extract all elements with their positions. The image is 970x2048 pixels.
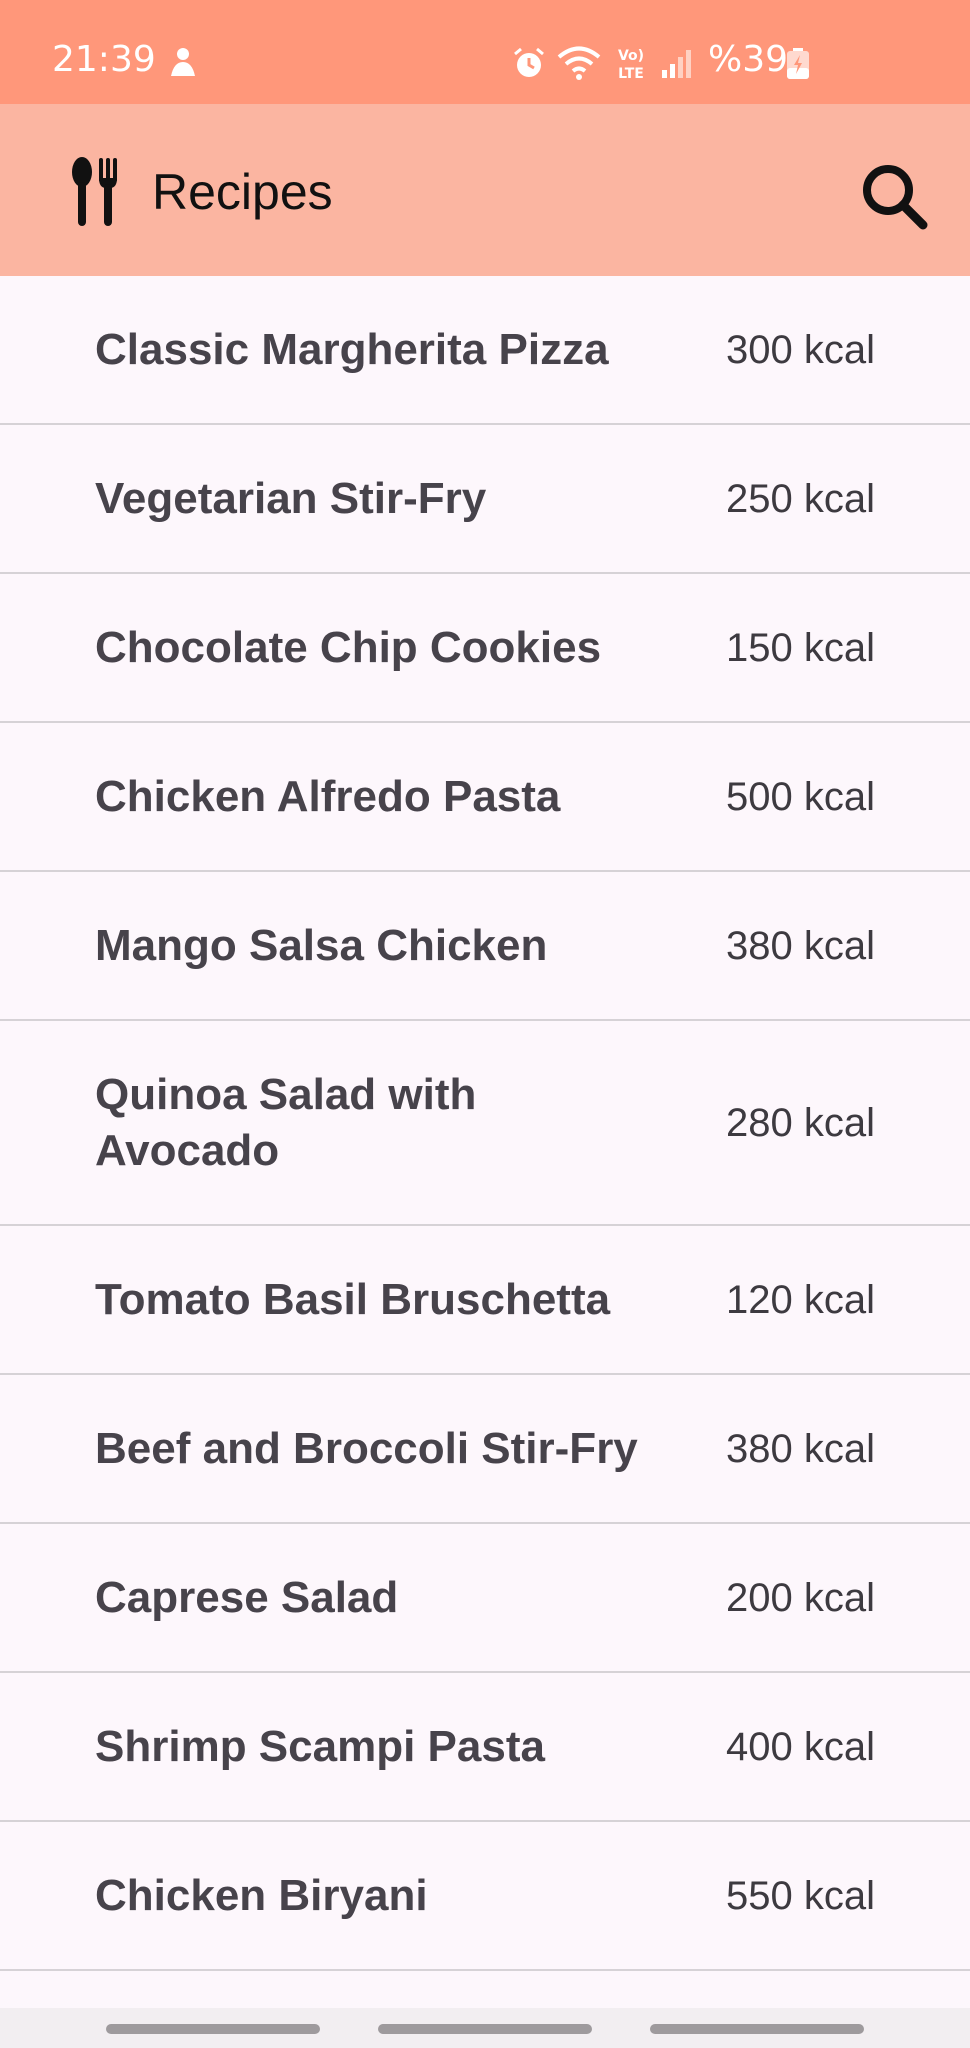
signal-icon [662,50,691,78]
recipe-calories: 500 kcal [726,774,875,819]
volte-lte-icon: Vo) LTE [618,48,644,82]
list-item[interactable]: Mango Salsa Chicken 380 kcal [0,872,970,1021]
app-bar: Recipes [0,104,970,276]
recipe-calories: 380 kcal [726,923,875,968]
list-item[interactable]: Quinoa Salad with Avocado 280 kcal [0,1021,970,1226]
list-item[interactable]: Shrimp Scampi Pasta 400 kcal [0,1673,970,1822]
recipe-name: Chicken Alfredo Pasta [95,771,561,821]
nav-home-button[interactable] [378,2024,592,2034]
recipe-name: Beef and Broccoli Stir-Fry [95,1423,638,1473]
list-item[interactable]: Vegetarian Stir-Fry 250 kcal [0,425,970,574]
list-item[interactable]: Tomato Basil Bruschetta 120 kcal [0,1226,970,1375]
search-icon [863,165,928,230]
recipe-calories: 250 kcal [726,476,875,521]
recipe-calories: 380 kcal [726,1426,875,1471]
recipe-name: Mango Salsa Chicken [95,920,548,970]
recipe-name: Quinoa Salad with Avocado [95,1069,477,1175]
recipe-calories: 550 kcal [726,1873,875,1918]
page-title: Recipes [152,164,333,220]
list-item[interactable]: Caprese Salad 200 kcal [0,1524,970,1673]
alarm-icon [514,47,544,77]
list-item[interactable]: Classic Margherita Pizza 300 kcal [0,276,970,425]
status-time: 21:39 [52,39,156,80]
recipe-calories: 400 kcal [726,1724,875,1769]
nav-back-button[interactable] [650,2024,864,2034]
recipe-name: Chicken Biryani [95,1870,428,1920]
recipe-list: Classic Margherita Pizza 300 kcal Vegeta… [0,276,970,1971]
battery-percent: %39 [708,39,789,80]
app-notification-icon [171,48,195,76]
list-item[interactable]: Chocolate Chip Cookies 150 kcal [0,574,970,723]
recipe-calories: 120 kcal [726,1277,875,1322]
recipe-name: Vegetarian Stir-Fry [95,473,487,523]
fork-spoon-icon [72,157,117,226]
search-button[interactable] [854,156,934,236]
recipe-name: Classic Margherita Pizza [95,324,609,374]
recipe-name: Chocolate Chip Cookies [95,622,602,672]
recipe-name: Tomato Basil Bruschetta [95,1274,611,1324]
recipe-calories: 200 kcal [726,1575,875,1620]
recipe-calories: 150 kcal [726,625,875,670]
status-bar: 21:39 Vo) LTE %39 [0,0,970,104]
navigation-bar [0,2008,970,2048]
battery-charging-icon [787,48,809,79]
recipe-name: Shrimp Scampi Pasta [95,1721,545,1771]
recipe-calories: 280 kcal [726,1100,875,1145]
list-item[interactable]: Chicken Biryani 550 kcal [0,1822,970,1971]
nav-recents-button[interactable] [106,2024,320,2034]
svg-text:LTE: LTE [618,66,644,82]
recipe-name: Caprese Salad [95,1572,399,1622]
wifi-icon [557,46,601,80]
recipe-calories: 300 kcal [726,327,875,372]
svg-text:Vo): Vo) [618,48,644,64]
list-item[interactable]: Chicken Alfredo Pasta 500 kcal [0,723,970,872]
list-item[interactable]: Beef and Broccoli Stir-Fry 380 kcal [0,1375,970,1524]
